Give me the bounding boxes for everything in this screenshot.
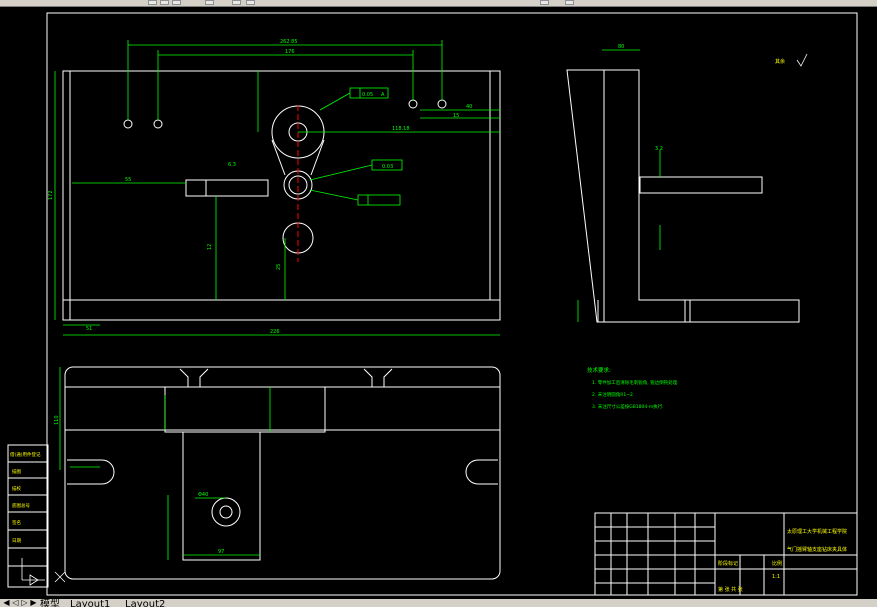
dim-sec1: 12	[207, 244, 213, 250]
properties-icon[interactable]	[246, 0, 255, 5]
tol-2: 0.03	[382, 164, 393, 170]
tab-next-icon[interactable]: ▷	[20, 599, 29, 607]
dim-side-width: 80	[618, 44, 624, 50]
dim-top-inner: 176	[285, 49, 295, 55]
ucs-icon	[21, 558, 66, 586]
dimension-icon[interactable]	[565, 0, 574, 5]
toolbar	[0, 0, 877, 7]
zoom-icon[interactable]	[148, 0, 157, 5]
title-scale: 1:1	[772, 574, 780, 580]
tab-model[interactable]: 模型	[40, 599, 60, 607]
drawing-canvas[interactable]: 262.85 176 226 172 118.18 40 15 80 51 11…	[0, 7, 877, 599]
plan-view-plate	[64, 366, 501, 580]
dim-height-left: 172	[48, 190, 54, 200]
front-view-base	[62, 299, 501, 321]
title-stage-label: 阶段标记	[718, 560, 738, 567]
snap-icon[interactable]	[540, 0, 549, 5]
dim-hole-pos: 118.18	[392, 126, 410, 132]
pan-icon[interactable]	[160, 0, 169, 5]
dim-plan-left: 55	[125, 177, 131, 183]
notes-title: 技术要求:	[587, 366, 611, 374]
dim-hole-pos2: 40	[466, 104, 472, 110]
rough-2: 3.2	[655, 146, 663, 152]
roughness-symbol-icon	[796, 53, 808, 67]
front-view-slot	[185, 179, 269, 197]
dim-sec2: 25	[276, 264, 282, 270]
side-view-profile	[566, 69, 800, 323]
dim-bottom1: 51	[86, 326, 92, 332]
title-part-name: 气门摇臂轴支座钻床夹具体	[787, 546, 847, 553]
dim-plan-width: 97	[218, 549, 224, 555]
plan-view-block	[164, 386, 326, 433]
draw-icon[interactable]	[172, 0, 181, 5]
title-school: 太原理工大学机械工程学院	[787, 528, 847, 535]
tab-last-icon[interactable]: ▶	[29, 599, 38, 607]
datum-a: A	[381, 92, 385, 98]
stamp-5: 签名	[12, 519, 21, 526]
tab-first-icon[interactable]: ◀	[2, 599, 11, 607]
dim-plan-hole: Φ40	[198, 492, 208, 498]
side-view-arm	[639, 176, 763, 194]
dim-top-overall: 262.85	[280, 39, 298, 45]
title-sheet: 第 张 共 张	[718, 586, 743, 593]
drawing-border	[46, 12, 858, 596]
roughness-label: 其余	[775, 58, 785, 65]
title-scale-label: 比例	[772, 560, 782, 567]
dim-plan-height: 110	[54, 415, 60, 425]
tab-layout1[interactable]: Layout1	[70, 599, 110, 607]
stamp-2: 描图	[12, 468, 21, 475]
dim-width-bottom: 226	[270, 329, 280, 335]
plan-view-rib	[182, 431, 261, 561]
note-1: 1. 零件加工后清除毛刺锐角, 锐边倒钝处理.	[592, 379, 679, 386]
plan-view-hole	[211, 497, 241, 527]
stamp-6: 日期	[12, 538, 21, 544]
tol-1: 0.05	[362, 92, 373, 98]
modify-icon[interactable]	[205, 0, 214, 5]
tab-prev-icon[interactable]: ◁	[11, 599, 20, 607]
tab-layout2[interactable]: Layout2	[125, 599, 165, 607]
layout-tabs: ◀ ◁ ▷ ▶ 模型 Layout1 Layout2	[0, 599, 877, 607]
note-2: 2. 未注明圆角R1~2.	[592, 391, 634, 398]
stamp-1: 借(通)用件登记	[10, 451, 41, 458]
layer-icon[interactable]	[232, 0, 241, 5]
stamp-3: 描校	[12, 485, 21, 492]
stamp-4: 底图总号	[12, 502, 30, 509]
note-3: 3. 未注尺寸公差按GB1804-m执行.	[592, 403, 664, 410]
dim-offset: 15	[453, 113, 459, 119]
rough-1: 6.3	[228, 162, 236, 168]
